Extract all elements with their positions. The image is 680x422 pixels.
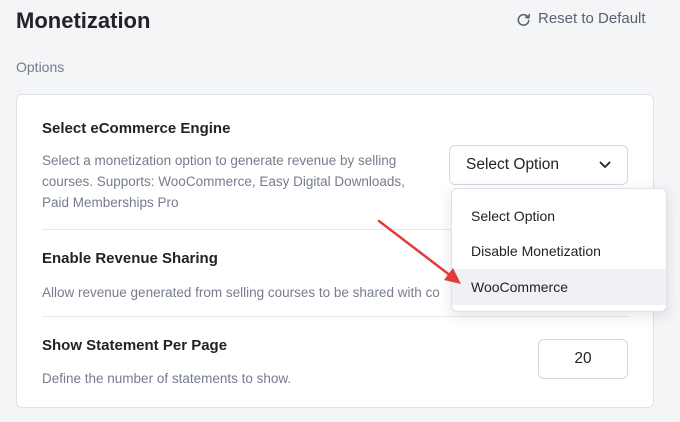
statement-per-page-input[interactable] <box>538 339 628 379</box>
ecommerce-engine-description-line: Select a monetization option to generate… <box>42 153 397 168</box>
reset-to-default-button[interactable]: Reset to Default <box>516 9 646 29</box>
ecommerce-engine-title: Select eCommerce Engine <box>42 120 231 137</box>
ecommerce-engine-selected-value: Select Option <box>466 156 560 173</box>
section-label-options: Options <box>16 59 65 75</box>
reset-to-default-label: Reset to Default <box>538 10 646 27</box>
refresh-icon <box>516 12 531 27</box>
ecommerce-engine-dropdown-menu: Select Option Disable Monetization WooCo… <box>451 188 667 312</box>
ecommerce-engine-select[interactable]: Select Option <box>449 145 628 185</box>
dropdown-option-select-option[interactable]: Select Option <box>452 198 666 234</box>
revenue-sharing-title: Enable Revenue Sharing <box>42 250 218 267</box>
dropdown-option-disable-monetization[interactable]: Disable Monetization <box>452 234 666 270</box>
row-divider <box>42 316 628 317</box>
ecommerce-engine-description-line: courses. Supports: WooCommerce, Easy Dig… <box>42 174 405 189</box>
statement-per-page-description: Define the number of statements to show. <box>42 371 292 386</box>
statement-per-page-title: Show Statement Per Page <box>42 337 228 354</box>
dropdown-option-woocommerce[interactable]: WooCommerce <box>452 269 666 305</box>
ecommerce-engine-description-line: Paid Memberships Pro <box>42 195 179 210</box>
page-title: Monetization <box>16 8 151 33</box>
ecommerce-engine-description: Select a monetization option to generate… <box>42 150 405 213</box>
chevron-down-icon <box>599 156 611 174</box>
revenue-sharing-description: Allow revenue generated from selling cou… <box>42 285 440 300</box>
